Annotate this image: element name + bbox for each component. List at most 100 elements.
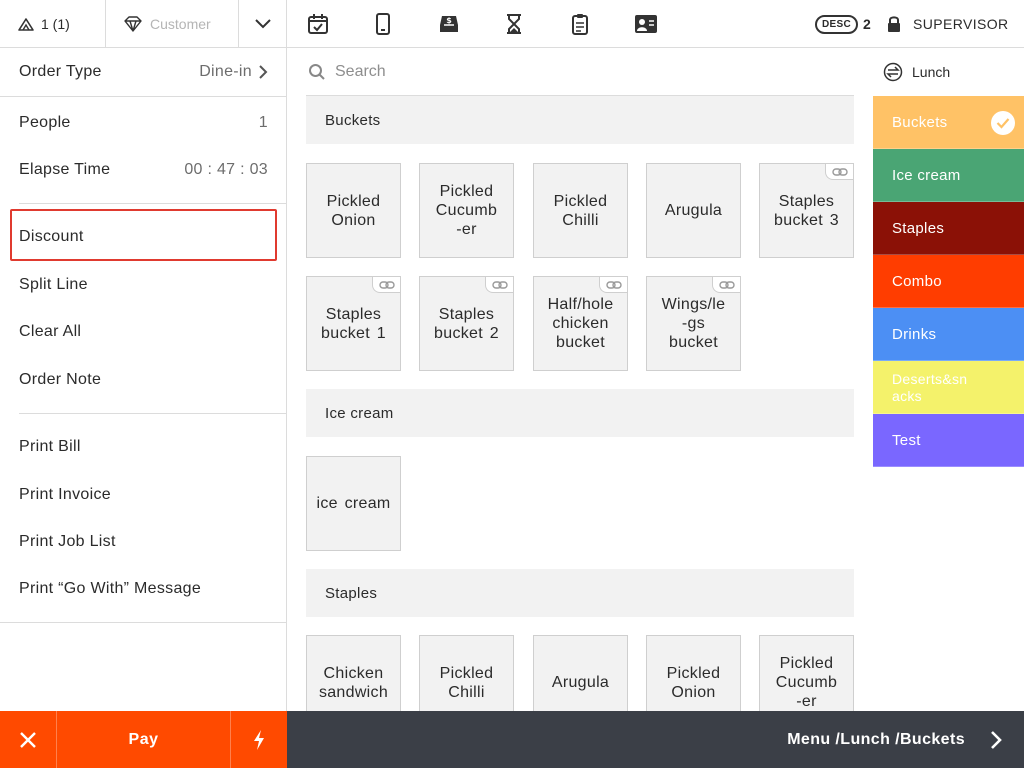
menu-switch-button[interactable]: Lunch	[873, 48, 1024, 96]
menu-item-tile[interactable]: Chicken sandwich	[306, 635, 401, 711]
hourglass-icon[interactable]	[500, 10, 528, 38]
desc-badge: DESC	[815, 14, 858, 34]
print-go-with-button[interactable]: Print “Go With” Message	[0, 565, 287, 613]
menu-item-tile[interactable]: Staples bucket 1	[306, 276, 401, 371]
category-test[interactable]: Test	[873, 414, 1024, 467]
search-input[interactable]: Search	[335, 63, 386, 81]
calendar-check-icon[interactable]	[304, 10, 332, 38]
discount-desc-indicator[interactable]: DESC 2	[815, 12, 871, 36]
quick-pay-button[interactable]	[230, 711, 287, 768]
link-icon	[825, 164, 853, 180]
split-line-label: Split Line	[19, 276, 88, 293]
menu-item-tile[interactable]: Half/hole chicken bucket	[533, 276, 628, 371]
check-icon	[991, 111, 1015, 135]
menu-item-label: Pickled Chilli	[553, 192, 608, 229]
section-header-staples: Staples	[306, 569, 854, 617]
category-ice-cream[interactable]: Ice cream	[873, 149, 1024, 202]
customer-dropdown-button[interactable]	[239, 0, 287, 48]
customer-selector[interactable]: Customer	[106, 0, 239, 48]
discount-button[interactable]: Discount	[0, 213, 287, 261]
cash-drawer-icon[interactable]: $	[435, 10, 463, 38]
menu-item-tile[interactable]: Staples bucket 3	[759, 163, 854, 258]
order-note-button[interactable]: Order Note	[0, 356, 287, 404]
print-job-list-button[interactable]: Print Job List	[0, 518, 287, 566]
split-line-button[interactable]: Split Line	[0, 261, 287, 309]
user-role[interactable]: SUPERVISOR	[887, 12, 1009, 36]
lightning-icon	[254, 729, 264, 750]
menu-item-tile[interactable]: Pickled Cucumb -er	[419, 163, 514, 258]
category-panel: Lunch Buckets Ice cream Staples Combo Dr…	[873, 48, 1024, 711]
menu-item-tile[interactable]: Pickled Onion	[646, 635, 741, 711]
elapse-time-row: Elapse Time 00 : 47 : 03	[0, 146, 287, 194]
order-type-row[interactable]: Order Type Dine-in	[0, 48, 287, 96]
link-icon	[712, 277, 740, 293]
divider	[19, 203, 287, 204]
menu-item-tile[interactable]: Wings/le -gs bucket	[646, 276, 741, 371]
category-label: Staples	[892, 219, 945, 237]
print-bill-label: Print Bill	[19, 438, 81, 455]
guest-count-button[interactable]: 1 (1)	[0, 0, 106, 48]
breadcrumb-text: Menu /Lunch /Buckets	[787, 730, 965, 748]
order-type-label: Order Type	[19, 63, 102, 80]
menu-item-label: Staples bucket 3	[774, 192, 839, 229]
order-panel: Order Type Dine-in People 1 Elapse Time …	[0, 48, 287, 711]
menu-item-label: Half/hole chicken bucket	[547, 296, 614, 351]
svg-text:$: $	[446, 16, 452, 25]
menu-item-label: Chicken sandwich	[318, 664, 389, 701]
print-bill-button[interactable]: Print Bill	[0, 423, 287, 471]
bottom-bar: Pay Menu /Lunch /Buckets	[0, 711, 1024, 768]
elapse-time-value: 00 : 47 : 03	[184, 161, 268, 178]
menu-items-panel: Search Buckets Pickled Onion Pickled Cuc…	[288, 48, 872, 711]
menu-item-label: Pickled Cucumb -er	[435, 183, 498, 238]
menu-item-tile[interactable]: Pickled Chilli	[533, 163, 628, 258]
tablet-icon[interactable]	[369, 10, 397, 38]
role-label: SUPERVISOR	[913, 16, 1009, 32]
desc-count: 2	[862, 16, 871, 32]
menu-item-label: Pickled Chilli	[439, 664, 494, 701]
menu-item-label: Arugula	[551, 674, 610, 691]
category-deserts-snacks[interactable]: Deserts&sn acks	[873, 361, 1024, 414]
menu-item-tile[interactable]: Arugula	[646, 163, 741, 258]
print-job-list-label: Print Job List	[19, 533, 116, 550]
close-icon	[20, 731, 36, 748]
order-note-label: Order Note	[19, 371, 102, 388]
breadcrumb[interactable]: Menu /Lunch /Buckets	[287, 711, 1024, 768]
diamond-icon	[124, 16, 142, 32]
print-go-with-label: Print “Go With” Message	[19, 580, 202, 597]
category-staples[interactable]: Staples	[873, 202, 1024, 255]
menu-item-tile[interactable]: Staples bucket 2	[419, 276, 514, 371]
print-invoice-label: Print Invoice	[19, 486, 111, 503]
cancel-button[interactable]	[0, 711, 57, 768]
clipboard-icon[interactable]	[566, 10, 594, 38]
search-bar[interactable]: Search	[306, 48, 854, 96]
category-combo[interactable]: Combo	[873, 255, 1024, 308]
staff-card-icon[interactable]	[632, 10, 660, 38]
order-type-value: Dine-in	[199, 63, 252, 80]
menu-item-tile[interactable]: Pickled Chilli	[419, 635, 514, 711]
top-bar: 1 (1) Customer $ DESC 2 SUPERVISOR	[0, 0, 1024, 48]
menu-item-tile[interactable]: Arugula	[533, 635, 628, 711]
guest-count: 1 (1)	[41, 16, 70, 32]
category-buckets[interactable]: Buckets	[873, 96, 1024, 149]
search-icon	[309, 63, 325, 80]
menu-item-tile[interactable]: ice cream	[306, 456, 401, 551]
menu-item-tile[interactable]: Pickled Cucumb -er	[759, 635, 854, 711]
category-label: Ice cream	[892, 166, 961, 184]
print-invoice-button[interactable]: Print Invoice	[0, 471, 287, 519]
chevron-right-icon	[991, 730, 1002, 749]
clear-all-button[interactable]: Clear All	[0, 308, 287, 356]
elapse-time-label: Elapse Time	[19, 161, 111, 178]
category-label: Buckets	[892, 113, 948, 131]
menu-item-label: Arugula	[664, 202, 723, 219]
link-icon	[599, 277, 627, 293]
people-value: 1	[258, 114, 268, 131]
category-drinks[interactable]: Drinks	[873, 308, 1024, 361]
clear-all-label: Clear All	[19, 323, 82, 340]
section-header-buckets: Buckets	[306, 96, 854, 144]
menu-item-tile[interactable]: Pickled Onion	[306, 163, 401, 258]
lock-icon	[888, 16, 900, 32]
chevron-right-icon	[259, 65, 268, 79]
discount-label: Discount	[19, 228, 84, 245]
people-row[interactable]: People 1	[0, 99, 287, 147]
pay-button[interactable]: Pay	[57, 711, 230, 768]
